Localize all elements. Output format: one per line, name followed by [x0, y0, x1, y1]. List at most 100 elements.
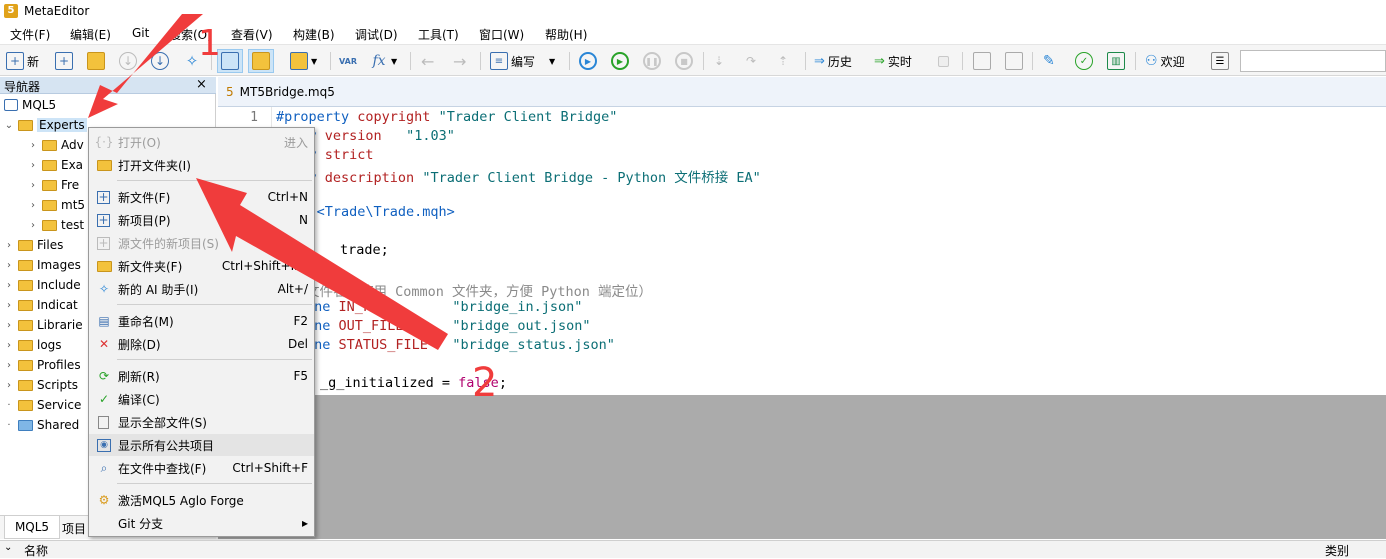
- tree-item-logs[interactable]: › logs: [4, 335, 62, 355]
- menu-item-open-folder[interactable]: 打开文件夹(I): [89, 154, 314, 176]
- tree-item-libraries[interactable]: › Librarie: [4, 315, 83, 335]
- bottom-collapse-icon[interactable]: ⌄: [4, 542, 12, 553]
- tree-item-include[interactable]: › Include: [4, 275, 81, 295]
- menu-item-find-in-files[interactable]: ⌕ 在文件中查找(F) Ctrl+Shift+F: [89, 457, 314, 479]
- toolbar-separator: [703, 52, 704, 70]
- folder-panel-icon: [252, 52, 270, 70]
- chevron-right-icon: ›: [7, 359, 11, 371]
- nav-forward-button[interactable]: →: [453, 50, 466, 72]
- tree-item-experts-child[interactable]: › Adv: [28, 135, 84, 155]
- tree-item-profiles[interactable]: › Profiles: [4, 355, 81, 375]
- chevron-right-icon: ›: [31, 139, 35, 151]
- tree-item-indicators[interactable]: › Indicat: [4, 295, 78, 315]
- column-header-name[interactable]: 名称: [24, 542, 48, 559]
- menu-item-new-project[interactable]: + 新项目(P) N: [89, 209, 314, 231]
- tree-item-experts-child[interactable]: › test: [28, 215, 84, 235]
- close-icon[interactable]: ×: [196, 77, 207, 92]
- column-header-category[interactable]: 类别: [1325, 542, 1349, 559]
- tab-mql5[interactable]: MQL5: [4, 516, 60, 539]
- debug-start-button[interactable]: ▶: [579, 50, 597, 72]
- new-button[interactable]: + 新: [6, 50, 39, 72]
- open-folder-button[interactable]: [87, 50, 105, 72]
- menu-item-rename[interactable]: ▤ 重命名(M) F2: [89, 310, 314, 332]
- tree-item-shared[interactable]: · Shared: [4, 415, 79, 435]
- tree-item-experts[interactable]: ⌄ Experts: [4, 115, 87, 135]
- stop-button[interactable]: ■: [675, 50, 693, 72]
- tree-line-icon: ·: [7, 419, 11, 431]
- tree-item-experts-child[interactable]: › mt5: [28, 195, 85, 215]
- tree-item-scripts[interactable]: › Scripts: [4, 375, 78, 395]
- submenu-arrow-icon: ▸: [301, 516, 308, 530]
- menu-search[interactable]: 搜索(O): [169, 26, 212, 43]
- welcome-button[interactable]: ⚇ 欢迎: [1145, 50, 1185, 72]
- sparkle-icon: ✧: [185, 52, 199, 70]
- menu-item-new-file[interactable]: + 新文件(F) Ctrl+N: [89, 186, 314, 208]
- menu-tools[interactable]: 工具(T): [418, 26, 459, 43]
- terminal-button[interactable]: ▥: [1107, 50, 1125, 72]
- menu-item-open[interactable]: {·} 打开(O) 进入: [89, 131, 314, 153]
- ai-assistant-button[interactable]: ✧: [183, 50, 201, 72]
- menu-build[interactable]: 构建(B): [293, 26, 335, 43]
- tree-item-files[interactable]: › Files: [4, 235, 63, 255]
- tree-root-mql5[interactable]: MQL5: [4, 95, 56, 115]
- settings-button[interactable]: ☰: [1211, 50, 1229, 72]
- menu-item-delete[interactable]: ✕ 删除(D) Del: [89, 333, 314, 355]
- menu-item-compile[interactable]: ✓ 编译(C): [89, 388, 314, 410]
- pause-button[interactable]: ❚❚: [643, 50, 661, 72]
- copy-button[interactable]: [973, 50, 991, 72]
- history-button[interactable]: ⇒ 历史: [814, 50, 852, 72]
- menu-item-git-branch[interactable]: Git 分支 ▸: [89, 512, 314, 534]
- compile-dropdown-button[interactable]: ▼: [549, 50, 555, 72]
- menu-git[interactable]: Git: [132, 26, 149, 40]
- step-over-button[interactable]: ↷: [746, 50, 756, 72]
- cloud-button[interactable]: ✓: [1075, 50, 1093, 72]
- insert-function-button[interactable]: fx ▼: [370, 50, 397, 72]
- tree-item-images[interactable]: › Images: [4, 255, 81, 275]
- menu-item-show-all-files[interactable]: 显示全部文件(S): [89, 411, 314, 433]
- new-project-button[interactable]: +: [55, 50, 73, 72]
- tab-project[interactable]: 项目: [62, 520, 86, 537]
- step-into-button[interactable]: ⇣: [714, 50, 724, 72]
- step-over-icon: ↷: [746, 54, 757, 68]
- chevron-right-icon: ›: [7, 279, 11, 291]
- menu-item-new-ai-assistant[interactable]: ✧ 新的 AI 助手(I) Alt+/: [89, 278, 314, 300]
- tree-item-experts-child[interactable]: › Fre: [28, 175, 79, 195]
- sparkle-icon: ✧: [98, 282, 110, 296]
- pen-button[interactable]: ✎: [1043, 50, 1055, 72]
- back-button[interactable]: ↓: [119, 50, 137, 72]
- menu-file[interactable]: 文件(F): [10, 26, 50, 43]
- menu-help[interactable]: 帮助(H): [545, 26, 587, 43]
- tree-item-experts-child[interactable]: › Exa: [28, 155, 83, 175]
- nav-back-button[interactable]: ←: [421, 50, 434, 72]
- tree-item-services[interactable]: · Service: [4, 395, 81, 415]
- search-input[interactable]: [1240, 50, 1386, 72]
- folder-icon: [18, 119, 33, 131]
- navigator-toggle-button[interactable]: [217, 49, 243, 73]
- navigator-header: 导航器 ×: [0, 77, 216, 94]
- menu-edit[interactable]: 编辑(E): [70, 26, 111, 43]
- compile-button[interactable]: ≡ 编写: [490, 50, 535, 72]
- menu-view[interactable]: 查看(V): [231, 26, 273, 43]
- menu-item-refresh[interactable]: ⟳ 刷新(R) F5: [89, 365, 314, 387]
- run-button[interactable]: ▶: [611, 50, 629, 72]
- realtime-button[interactable]: ⇒ 实时: [874, 50, 912, 72]
- menu-window[interactable]: 窗口(W): [479, 26, 524, 43]
- tools-dropdown-button[interactable]: ▼: [290, 50, 317, 72]
- menu-item-activate-algo-forge[interactable]: ⚙ 激活MQL5 Aglo Forge: [89, 489, 314, 511]
- menu-item-new-folder[interactable]: 新文件夹(F) Ctrl+Shift+Ins: [89, 255, 314, 277]
- compare-button[interactable]: [1005, 50, 1023, 72]
- menu-debug[interactable]: 调试(D): [355, 26, 398, 43]
- toolbox-toggle-button[interactable]: [248, 49, 274, 73]
- code-editor[interactable]: 1 #property copyright "Trader Client Bri…: [218, 107, 1386, 395]
- delete-icon: ✕: [98, 337, 110, 351]
- copy-icon: [973, 52, 991, 70]
- stop-test-button[interactable]: [938, 50, 949, 72]
- insert-variable-button[interactable]: VAR: [339, 50, 357, 72]
- menu-item-new-project-from-source[interactable]: + 源文件的新项目(S): [89, 232, 314, 254]
- download-button[interactable]: ↓: [151, 50, 169, 72]
- toolbar-separator: [805, 52, 806, 70]
- file-tab[interactable]: 5 MT5Bridge.mq5: [226, 85, 335, 99]
- step-out-button[interactable]: ⇡: [778, 50, 788, 72]
- menu-item-show-public-projects[interactable]: ◉ 显示所有公共项目: [89, 434, 314, 456]
- download-icon: ↓: [151, 52, 169, 70]
